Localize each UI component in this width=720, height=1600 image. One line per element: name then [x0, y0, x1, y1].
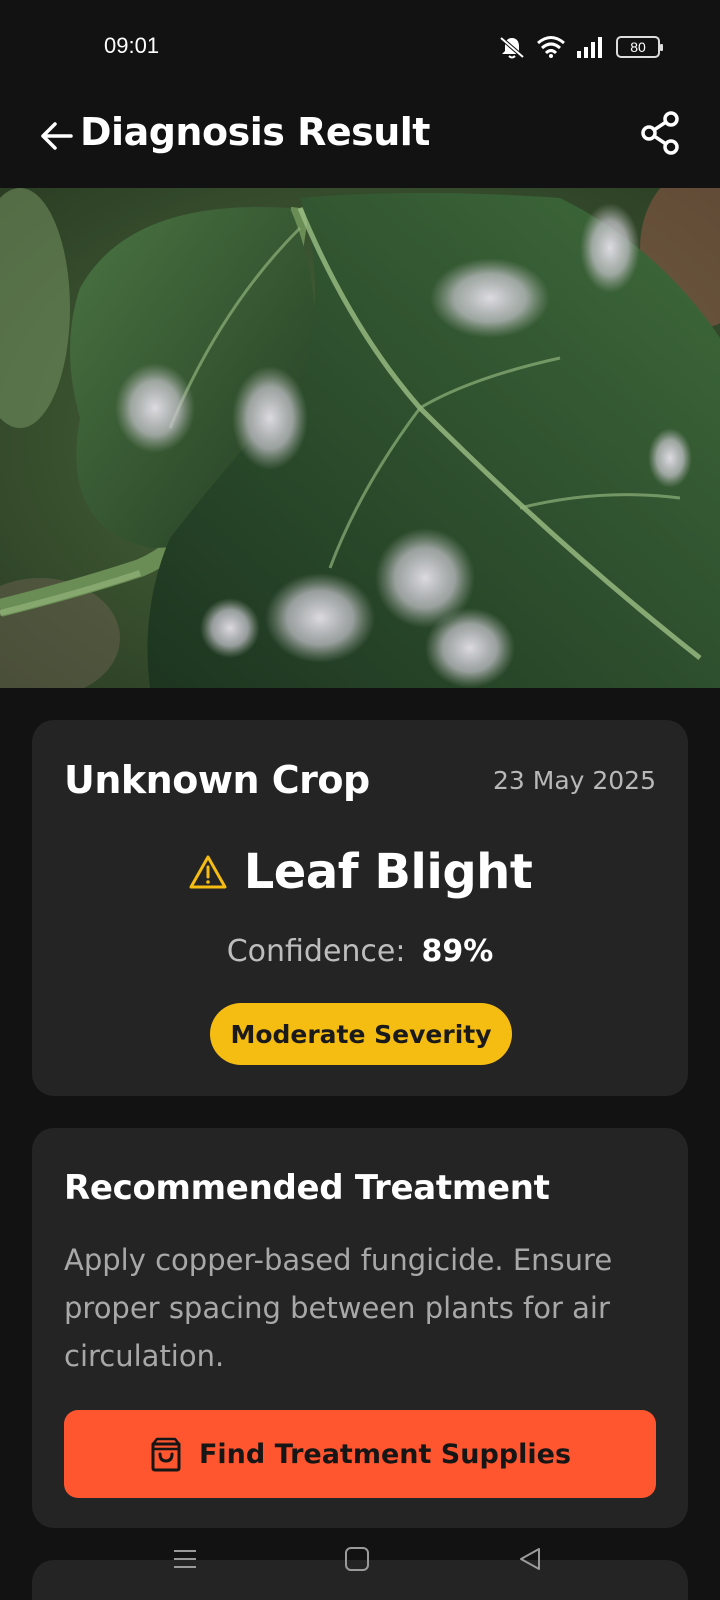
crop-name: Unknown Crop	[64, 758, 370, 802]
disease-name: Leaf Blight	[243, 844, 533, 900]
nav-menu-button[interactable]	[165, 1542, 205, 1576]
find-supplies-button[interactable]: Find Treatment Supplies	[64, 1410, 656, 1498]
status-icons: 80	[498, 33, 663, 61]
wifi-icon	[537, 36, 565, 58]
status-bar: 09:01 80	[0, 0, 720, 96]
nav-home-button[interactable]	[337, 1542, 377, 1576]
treatment-text: Apply copper-based fungicide. Ensure pro…	[64, 1243, 613, 1373]
scan-date: 23 May 2025	[492, 766, 656, 795]
confidence-row: Confidence: 89%	[32, 934, 688, 969]
status-time: 09:01	[104, 33, 160, 58]
confidence-value: 89%	[421, 934, 494, 969]
app-bar: Diagnosis Result	[0, 96, 720, 188]
share-icon	[641, 111, 679, 155]
severity-badge: Moderate Severity	[210, 1003, 512, 1065]
warning-triangle-icon	[189, 855, 227, 889]
page-title: Diagnosis Result	[80, 110, 430, 154]
find-supplies-label: Find Treatment Supplies	[198, 1438, 572, 1470]
system-nav-bar	[0, 1528, 720, 1588]
nav-back-button[interactable]	[510, 1542, 550, 1576]
menu-icon	[174, 1550, 196, 1568]
back-icon	[520, 1548, 540, 1570]
treatment-card: Recommended Treatment Apply copper-based…	[32, 1128, 688, 1528]
share-button[interactable]	[636, 108, 686, 158]
arrow-left-icon	[41, 122, 73, 150]
home-icon	[345, 1547, 369, 1571]
shopping-bag-icon	[151, 1437, 181, 1472]
battery-icon: 80	[616, 36, 663, 58]
disease-row: Leaf Blight	[32, 844, 688, 900]
signal-icon	[577, 37, 602, 58]
leaf-photo	[0, 188, 720, 688]
confidence-label: Confidence:	[226, 934, 406, 969]
back-button[interactable]	[36, 114, 76, 158]
diagnosis-card: Unknown Crop 23 May 2025 Leaf Blight Con…	[32, 720, 688, 1096]
treatment-title: Recommended Treatment	[64, 1168, 550, 1208]
mute-icon	[499, 36, 525, 59]
